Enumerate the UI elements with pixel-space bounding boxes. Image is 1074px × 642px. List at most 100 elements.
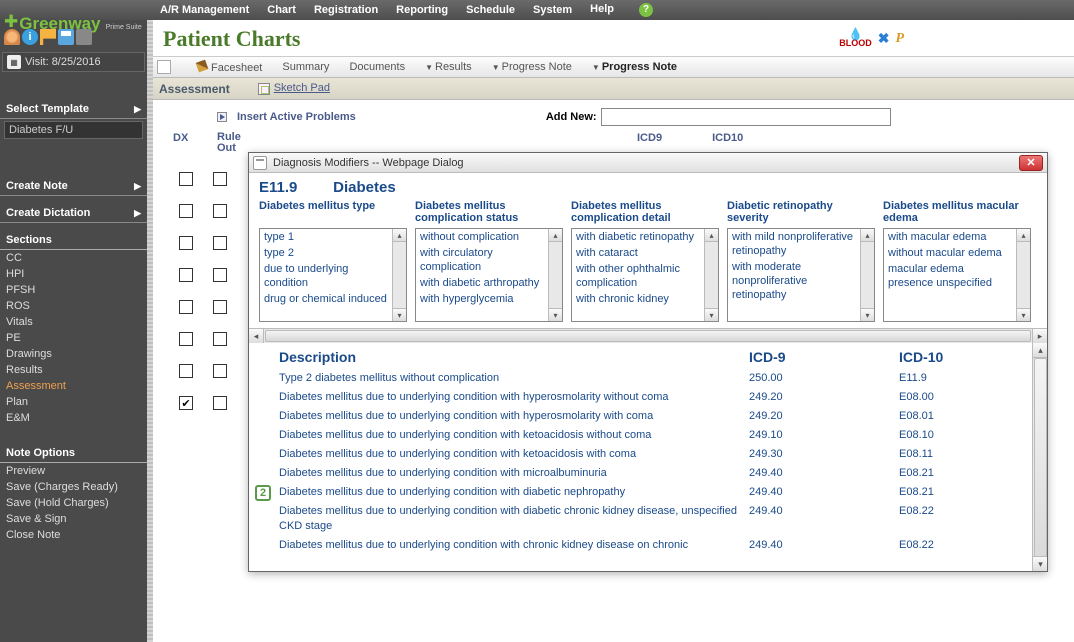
result-row[interactable]: Diabetes mellitus due to underlying cond… (249, 426, 1047, 445)
blood-icon[interactable]: BLOOD (839, 30, 872, 48)
result-row[interactable]: Diabetes mellitus due to underlying cond… (249, 388, 1047, 407)
tab-documents[interactable]: Documents (349, 61, 405, 73)
ruleout-checkbox[interactable] (213, 300, 227, 314)
modifier-listbox[interactable]: without complicationwith circulatory com… (415, 228, 563, 322)
modifier-option[interactable]: macular edema presence unspecified (884, 261, 1016, 291)
tab-facesheet[interactable]: Facesheet (197, 61, 262, 74)
modifier-listbox[interactable]: with macular edemawithout macular edemam… (883, 228, 1031, 322)
menu-system[interactable]: System (533, 4, 572, 16)
modifier-option[interactable]: with cataract (572, 245, 704, 261)
play-icon[interactable] (217, 112, 227, 122)
scroll-down-button[interactable]: ▾ (549, 308, 562, 321)
scroll-up-button[interactable]: ▴ (1017, 229, 1030, 242)
menu-reporting[interactable]: Reporting (396, 4, 448, 16)
dx-checkbox[interactable] (179, 172, 193, 186)
result-row[interactable]: Diabetes mellitus due to underlying cond… (249, 407, 1047, 426)
modifier-option[interactable]: type 1 (260, 229, 392, 245)
result-row[interactable]: Diabetes mellitus due to underlying cond… (249, 464, 1047, 483)
sidebar-section-plan[interactable]: Plan (0, 394, 147, 410)
modifier-option[interactable]: with macular edema (884, 229, 1016, 245)
sidebar-section-vitals[interactable]: Vitals (0, 314, 147, 330)
listbox-scrollbar[interactable]: ▴▾ (704, 229, 718, 321)
modifier-option[interactable]: with diabetic retinopathy (572, 229, 704, 245)
scroll-down-button[interactable]: ▾ (393, 308, 406, 321)
dx-checkbox[interactable] (179, 364, 193, 378)
result-row[interactable]: 2Diabetes mellitus due to underlying con… (249, 483, 1047, 502)
modifier-option[interactable]: due to underlying condition (260, 261, 392, 291)
modifier-option[interactable]: drug or chemical induced (260, 291, 392, 307)
ruleout-checkbox[interactable] (213, 332, 227, 346)
dx-checkbox[interactable] (179, 396, 193, 410)
sidebar-section-ros[interactable]: ROS (0, 298, 147, 314)
tab-summary[interactable]: Summary (282, 61, 329, 73)
menu-schedule[interactable]: Schedule (466, 4, 515, 16)
scroll-up-button[interactable]: ▴ (549, 229, 562, 242)
menu-ar[interactable]: A/R Management (160, 4, 249, 16)
scroll-right-button[interactable]: ▸ (1032, 329, 1047, 343)
sketch-pad-link[interactable]: Sketch Pad (258, 82, 330, 94)
note-option-save-charges-ready-[interactable]: Save (Charges Ready) (0, 479, 147, 495)
sidebar-section-e&m[interactable]: E&M (0, 410, 147, 426)
scroll-thumb[interactable] (265, 330, 1031, 342)
scroll-up-button[interactable]: ▴ (861, 229, 874, 242)
modifier-listbox[interactable]: with mild nonproliferative retinopathywi… (727, 228, 875, 322)
close-button[interactable]: ✕ (1019, 155, 1043, 171)
ruleout-checkbox[interactable] (213, 172, 227, 186)
help-icon[interactable]: ? (639, 3, 653, 17)
modifier-option[interactable]: with other ophthalmic complication (572, 261, 704, 291)
scroll-thumb[interactable] (1034, 358, 1047, 571)
note-option-save-hold-charges-[interactable]: Save (Hold Charges) (0, 495, 147, 511)
dx-checkbox[interactable] (179, 268, 193, 282)
modifier-option[interactable]: without macular edema (884, 245, 1016, 261)
ruleout-checkbox[interactable] (213, 396, 227, 410)
result-row[interactable]: Diabetes mellitus due to underlying cond… (249, 445, 1047, 464)
sidebar-section-hpi[interactable]: HPI (0, 266, 147, 282)
ruleout-checkbox[interactable] (213, 268, 227, 282)
scroll-up-button[interactable]: ▴ (705, 229, 718, 242)
modifier-option[interactable]: type 2 (260, 245, 392, 261)
modifier-option[interactable]: with hyperglycemia (416, 291, 548, 307)
dx-checkbox[interactable] (179, 204, 193, 218)
document-icon[interactable] (157, 60, 171, 74)
ruleout-checkbox[interactable] (213, 236, 227, 250)
note-option-save-sign[interactable]: Save & Sign (0, 511, 147, 527)
visit-selector[interactable]: ▦ Visit: 8/25/2016 (2, 52, 145, 72)
tab-progress-note[interactable]: ▼Progress Note (492, 61, 572, 73)
scroll-down-button[interactable]: ▾ (1017, 308, 1030, 321)
menu-help[interactable]: Help ? (590, 3, 671, 17)
scroll-left-button[interactable]: ◂ (249, 329, 264, 343)
sidebar-section-results[interactable]: Results (0, 362, 147, 378)
dx-checkbox[interactable] (179, 300, 193, 314)
scroll-up-button[interactable]: ▴ (1033, 343, 1047, 358)
dx-checkbox[interactable] (179, 236, 193, 250)
modifier-listbox[interactable]: with diabetic retinopathywith cataractwi… (571, 228, 719, 322)
create-note-header[interactable]: Create Note▶ (0, 177, 147, 196)
sidebar-section-drawings[interactable]: Drawings (0, 346, 147, 362)
sidebar-section-assessment[interactable]: Assessment (0, 378, 147, 394)
scroll-down-button[interactable]: ▾ (861, 308, 874, 321)
modifier-listbox[interactable]: type 1type 2due to underlying conditiond… (259, 228, 407, 322)
sidebar-section-cc[interactable]: CC (0, 250, 147, 266)
sidebar-section-pfsh[interactable]: PFSH (0, 282, 147, 298)
result-row[interactable]: Diabetes mellitus due to underlying cond… (249, 502, 1047, 536)
tab-results[interactable]: ▼Results (425, 61, 472, 73)
menu-chart[interactable]: Chart (267, 4, 296, 16)
dx-checkbox[interactable] (179, 332, 193, 346)
modifier-option[interactable]: with moderate nonproliferative retinopat… (728, 259, 860, 303)
tab-progress-note-active[interactable]: ▼Progress Note (592, 61, 677, 73)
listbox-scrollbar[interactable]: ▴▾ (860, 229, 874, 321)
menu-registration[interactable]: Registration (314, 4, 378, 16)
flag-icon[interactable] (40, 29, 56, 45)
modifier-option[interactable]: with mild nonproliferative retinopathy (728, 229, 860, 259)
dialog-horizontal-scrollbar[interactable]: ◂ ▸ (249, 328, 1047, 343)
ruleout-checkbox[interactable] (213, 204, 227, 218)
listbox-scrollbar[interactable]: ▴▾ (548, 229, 562, 321)
note-option-preview[interactable]: Preview (0, 463, 147, 479)
modifier-option[interactable]: without complication (416, 229, 548, 245)
listbox-scrollbar[interactable]: ▴▾ (1016, 229, 1030, 321)
insert-active-problems-link[interactable]: Insert Active Problems (237, 111, 356, 123)
sidebar-section-pe[interactable]: PE (0, 330, 147, 346)
listbox-scrollbar[interactable]: ▴▾ (392, 229, 406, 321)
scroll-down-button[interactable]: ▾ (1033, 556, 1047, 571)
save-icon[interactable] (58, 29, 74, 45)
